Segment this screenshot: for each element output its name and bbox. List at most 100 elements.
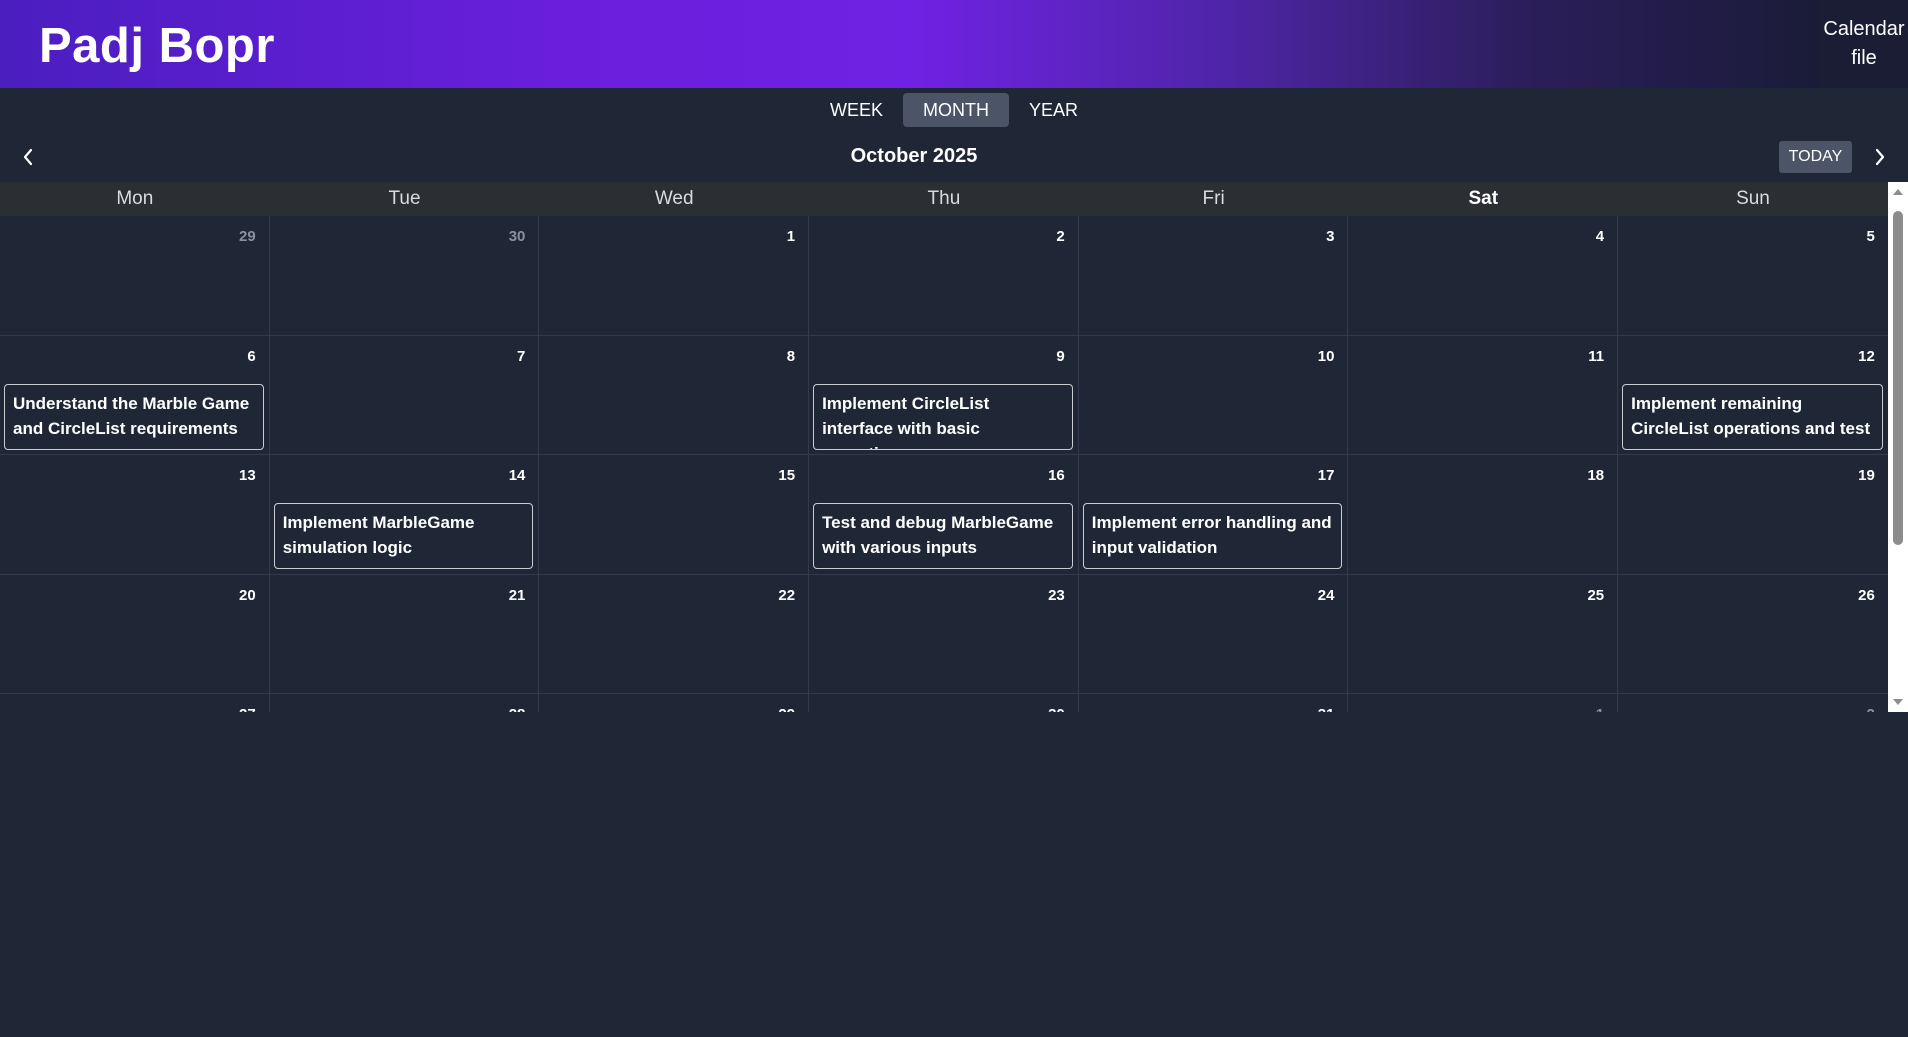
day-number: 26 [1858,586,1875,604]
day-number: 1 [1596,706,1604,712]
day-cell[interactable]: 24 [1079,574,1349,693]
app-header: Padj Bopr Calendar file [0,0,1908,88]
day-cell[interactable]: 8 [539,335,810,454]
day-cell[interactable]: 10 [1079,335,1349,454]
day-number: 23 [1048,586,1065,604]
day-number: 30 [508,228,526,245]
day-cell[interactable]: 3 [1079,216,1349,335]
day-cell[interactable]: 11 [1348,335,1619,454]
day-number: 24 [1317,586,1335,604]
day-number: 16 [1048,467,1065,484]
day-number: 18 [1587,467,1605,484]
day-cell[interactable]: 23 [809,574,1079,693]
day-number: 21 [508,586,526,604]
day-cell[interactable]: 20 [0,574,270,693]
calendar-file-label-line2: file [1851,47,1877,69]
day-number: 29 [239,228,256,245]
day-cell[interactable]: 2 [1618,694,1888,712]
weekday-sat: Sat [1468,188,1499,209]
day-number: 6 [247,347,256,365]
scroll-down-button[interactable] [1888,694,1908,710]
day-cell[interactable]: 30 [809,694,1079,712]
day-cell[interactable]: 2 [809,216,1079,335]
day-number: 22 [778,586,796,604]
day-cell[interactable]: 25 [1348,574,1619,693]
day-number: 25 [1587,586,1605,604]
day-cell[interactable]: 5 [1618,216,1888,335]
today-button[interactable]: TODAY [1779,141,1852,173]
day-number: 12 [1858,347,1875,365]
scroll-up-button[interactable] [1888,184,1908,200]
day-number: 3 [1326,228,1335,245]
scrollbar-thumb[interactable] [1893,211,1903,545]
app-title: Padj Bopr [39,19,275,73]
day-cell[interactable]: 7 [270,335,540,454]
current-month-label: October 2025 [850,145,978,167]
event-chip[interactable]: Understand the Marble Game and CircleLis… [4,383,264,450]
day-number: 10 [1317,347,1335,365]
weekday-tue: Tue [388,188,421,209]
week-row: 29 30 1 2 3 4 5 [0,216,1888,336]
day-cell[interactable]: 27 [0,694,270,712]
event-chip[interactable]: Implement error handling and input valid… [1082,503,1343,569]
day-cell[interactable]: 17 Implement error handling and input va… [1079,455,1349,574]
next-month-button[interactable] [1863,140,1897,174]
tab-month[interactable]: MONTH [902,93,1009,127]
day-number: 14 [508,467,526,484]
day-cell[interactable]: 22 [539,574,810,693]
week-row: 13 14 Implement MarbleGame simulation lo… [0,455,1888,575]
day-number: 28 [509,706,526,712]
day-number: 31 [1318,706,1335,712]
day-number: 2 [1056,228,1065,245]
grid-scrollbar[interactable] [1888,182,1908,712]
day-cell[interactable]: 15 [539,455,810,574]
event-chip[interactable]: Test and debug MarbleGame with various i… [813,503,1073,569]
weekday-mon: Mon [116,188,154,209]
day-cell[interactable]: 28 [270,694,540,712]
day-cell[interactable]: 29 [539,694,810,712]
day-cell[interactable]: 26 [1618,575,1888,694]
event-chip[interactable]: Implement CircleList interface with basi… [813,383,1073,450]
day-number: 17 [1317,467,1335,484]
week-row: 6 Understand the Marble Game and CircleL… [0,335,1888,455]
tab-year[interactable]: YEAR [1009,93,1098,127]
event-chip[interactable]: Implement MarbleGame simulation logic [273,503,534,569]
chevron-right-icon [1875,148,1885,166]
day-number: 13 [239,467,256,484]
day-cell[interactable]: 1 [539,216,810,335]
triangle-down-icon [1893,699,1903,705]
day-cell[interactable]: 19 [1618,455,1888,574]
event-chip[interactable]: Implement remaining CircleList operation… [1622,383,1883,450]
day-number: 2 [1866,706,1874,712]
weekday-header: Mon Tue Wed Thu Fri Sat Sun [0,182,1888,216]
day-cell[interactable]: 12 Implement remaining CircleList operat… [1618,336,1888,455]
day-cell[interactable]: 29 [0,216,270,335]
calendar-file-button[interactable]: Calendar file [1820,0,1908,88]
day-cell[interactable]: 31 [1079,694,1349,712]
day-cell[interactable]: 4 [1348,216,1619,335]
month-grid: 29 30 1 2 3 4 5 6 Understand the Marble … [0,216,1888,712]
triangle-up-icon [1893,189,1903,195]
day-cell[interactable]: 6 Understand the Marble Game and CircleL… [0,335,270,454]
view-switcher: WEEK MONTH YEAR [0,93,1908,127]
week-row: 27 28 29 30 31 1 2 [0,694,1888,712]
weekday-thu: Thu [927,188,961,209]
weekday-fri: Fri [1202,188,1225,209]
calendar-file-label-line1: Calendar [1823,18,1905,40]
weekday-sun: Sun [1736,188,1770,209]
day-cell[interactable]: 21 [270,574,540,693]
month-navigation: October 2025 TODAY [0,140,1908,174]
day-cell[interactable]: 30 [270,216,540,335]
day-number: 4 [1595,228,1605,245]
day-number: 27 [239,706,256,712]
day-cell[interactable]: 9 Implement CircleList interface with ba… [809,335,1079,454]
day-number: 20 [239,586,256,604]
day-cell[interactable]: 16 Test and debug MarbleGame with variou… [809,455,1079,574]
day-cell[interactable]: 14 Implement MarbleGame simulation logic [270,455,540,574]
day-cell[interactable]: 18 [1348,455,1619,574]
day-cell[interactable]: 13 [0,455,270,574]
week-row: 20 21 22 23 24 25 26 [0,574,1888,694]
tab-week[interactable]: WEEK [810,93,903,127]
day-cell[interactable]: 1 [1348,694,1619,712]
day-number: 7 [517,347,526,365]
